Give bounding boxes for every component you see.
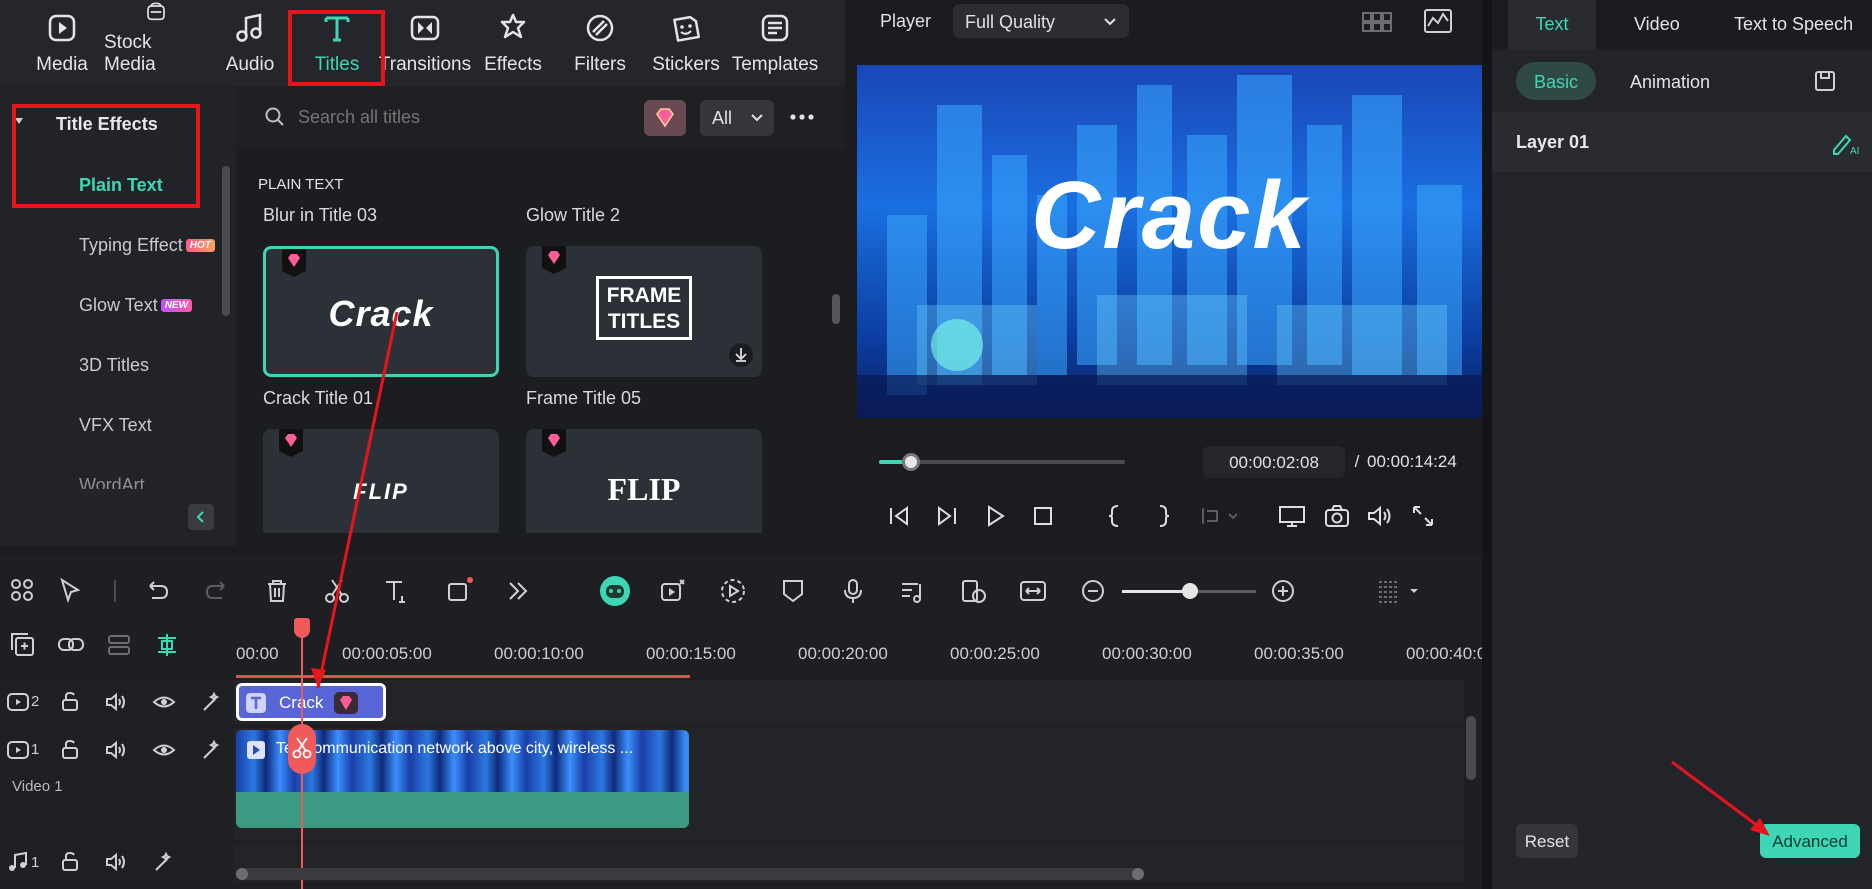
arrow-line-to-advanced	[1671, 760, 1767, 834]
arrow-head-to-clip	[311, 668, 326, 688]
arrow-line-to-clip	[316, 311, 399, 689]
annotation-arrows	[311, 311, 1770, 836]
